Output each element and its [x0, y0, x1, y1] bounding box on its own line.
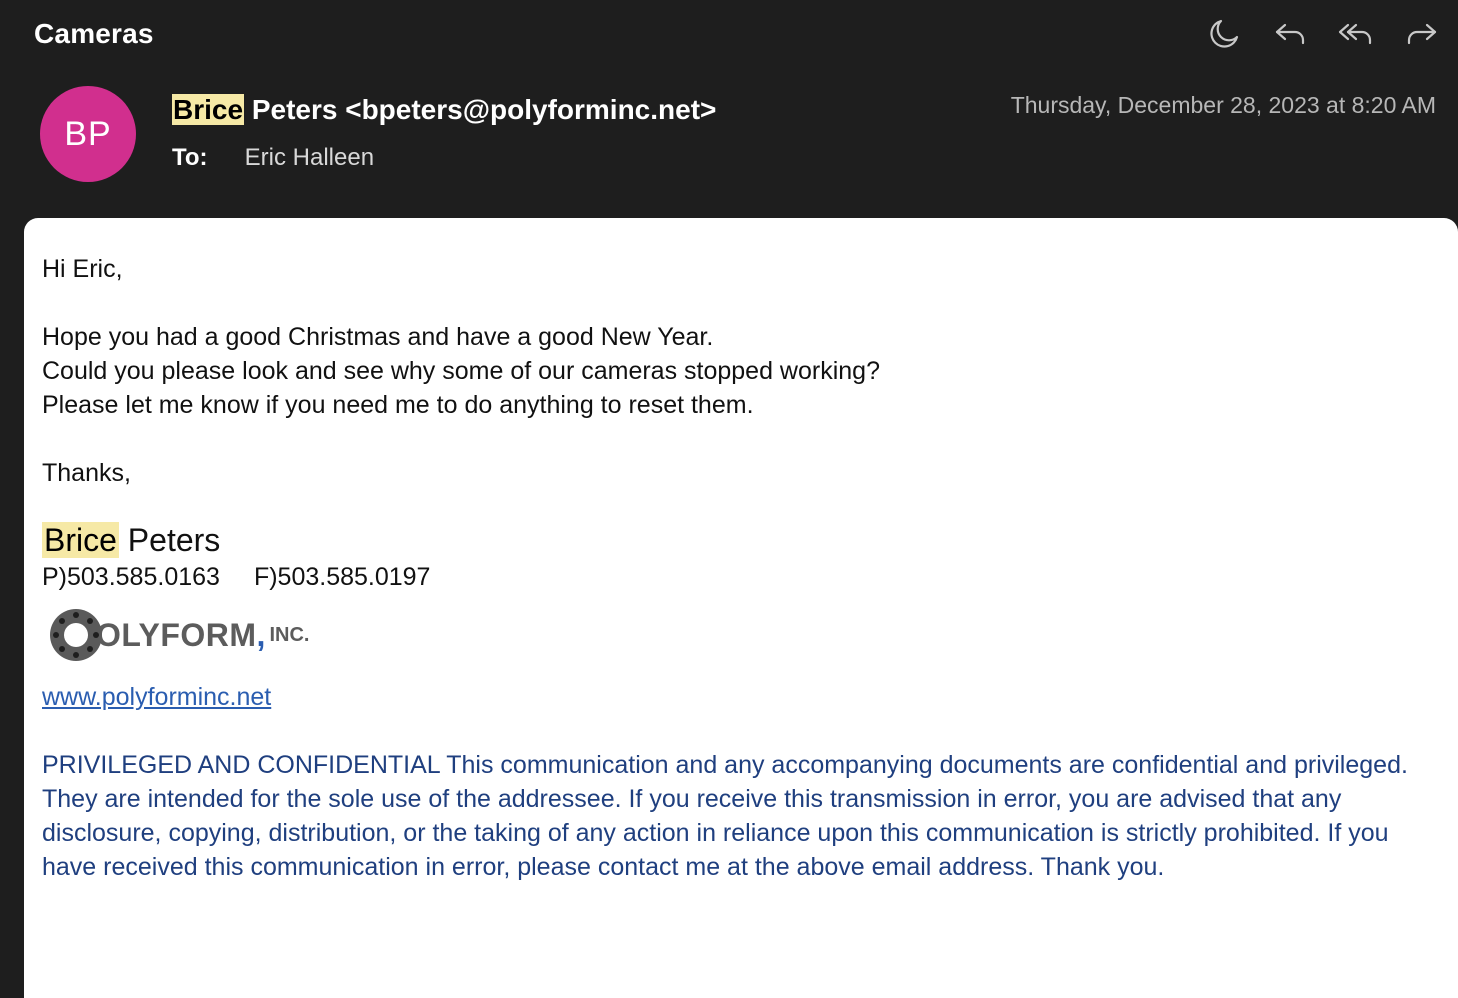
snooze-icon	[1210, 19, 1239, 48]
fax-number: F)503.585.0197	[253, 563, 431, 591]
sender-highlight: Brice	[172, 94, 245, 125]
logo-comma: ,	[256, 617, 266, 653]
signature-phones: P)503.585.0163 F)503.585.0197	[42, 560, 1428, 594]
reply-button[interactable]	[1268, 14, 1312, 54]
logo-ring-icon	[50, 609, 102, 661]
reply-all-button[interactable]	[1334, 14, 1378, 54]
forward-button[interactable]	[1400, 14, 1444, 54]
snooze-button[interactable]	[1202, 14, 1246, 54]
closing: Thanks,	[42, 459, 131, 487]
subject-title: Cameras	[34, 18, 154, 49]
to-label: To:	[172, 144, 208, 171]
website-link[interactable]: www.polyforminc.net	[42, 683, 271, 711]
recipient-line: To: Eric Halleen	[172, 144, 374, 172]
phone-number: P)503.585.0163	[42, 563, 220, 591]
logo-inc: INC.	[269, 624, 310, 646]
polyform-logo: OLYFORM, INC.	[50, 600, 1428, 670]
signature-name: Brice Peters	[42, 520, 1428, 560]
signature-last-name: Peters	[118, 522, 221, 558]
greeting: Hi Eric,	[42, 255, 123, 283]
avatar-initials: BP	[64, 114, 112, 153]
body-line: Please let me know if you need me to do …	[42, 391, 754, 419]
recipient-name[interactable]: Eric Halleen	[245, 144, 374, 171]
body-line: Hope you had a good Christmas and have a…	[42, 323, 714, 351]
forward-icon	[1407, 23, 1437, 45]
message-toolbar	[1202, 14, 1444, 54]
logo-wordmark: OLYFORM	[96, 617, 257, 653]
sender-line[interactable]: Brice Peters <bpeters@polyforminc.net>	[172, 94, 716, 126]
sender-name-email: Peters <bpeters@polyforminc.net>	[244, 94, 717, 125]
message-date: Thursday, December 28, 2023 at 8:20 AM	[1010, 92, 1436, 118]
reply-icon	[1275, 23, 1305, 45]
message-body: Hi Eric, Hope you had a good Christmas a…	[24, 218, 1458, 998]
confidentiality-notice: PRIVILEGED AND CONFIDENTIAL This communi…	[42, 751, 1408, 881]
reply-all-icon	[1338, 23, 1372, 45]
sender-avatar: BP	[40, 86, 136, 182]
signature-highlight: Brice	[42, 522, 119, 558]
body-line: Could you please look and see why some o…	[42, 357, 880, 385]
